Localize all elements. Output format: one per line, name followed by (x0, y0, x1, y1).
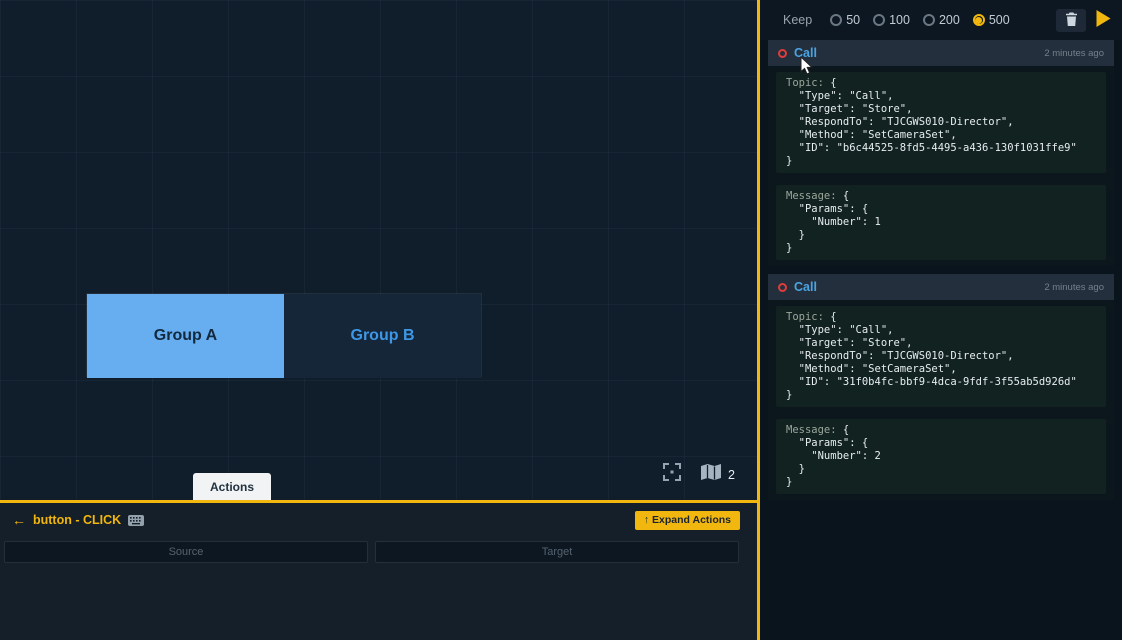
message-timestamp: 2 minutes ago (1044, 282, 1104, 293)
target-input[interactable] (375, 541, 739, 563)
radio-icon (873, 14, 885, 26)
message-log-panel: Keep 50 100 200 500 (760, 0, 1122, 640)
topic-json: { "Type": "Call", "Target": "Store", "Re… (786, 311, 1077, 401)
call-status-icon (778, 49, 787, 58)
group-a-button[interactable]: Group A (87, 294, 284, 378)
action-editor-title: button - CLICK (33, 513, 121, 527)
keep-option-50[interactable]: 50 (830, 13, 860, 27)
message-title: Call (794, 280, 817, 294)
group-b-button[interactable]: Group B (284, 294, 481, 378)
play-button[interactable] (1095, 9, 1112, 31)
message-body: Topic: { "Type": "Call", "Target": "Stor… (768, 66, 1114, 266)
actions-tab[interactable]: Actions (193, 473, 271, 500)
fullscreen-icon (662, 462, 682, 487)
log-toolbar: Keep 50 100 200 500 (760, 0, 1122, 40)
map-pages-button[interactable]: 2 (700, 463, 735, 486)
topic-label: Topic: (786, 311, 824, 323)
log-message-card: Call 2 minutes ago Topic: { "Type": "Cal… (768, 274, 1114, 500)
canvas-controls: 2 (662, 462, 735, 487)
source-input[interactable] (4, 541, 368, 563)
map-page-count: 2 (728, 468, 735, 482)
message-label: Message: (786, 424, 837, 436)
button-grid-canvas[interactable]: Group A Group B Actions (0, 0, 757, 503)
left-column: Group A Group B Actions (0, 0, 760, 640)
topic-json: { "Type": "Call", "Target": "Store", "Re… (786, 77, 1077, 167)
radio-label: 50 (846, 13, 860, 27)
log-message-card: Call 2 minutes ago Topic: { "Type": "Cal… (768, 40, 1114, 266)
trash-icon (1065, 12, 1078, 29)
action-editor-fields (4, 541, 739, 563)
radio-label: 200 (939, 13, 960, 27)
message-body: Topic: { "Type": "Call", "Target": "Stor… (768, 300, 1114, 500)
radio-label: 100 (889, 13, 910, 27)
message-title: Call (794, 46, 817, 60)
radio-icon (830, 14, 842, 26)
keep-label: Keep (783, 13, 812, 27)
back-arrow-button[interactable]: ← (12, 512, 26, 528)
radio-label: 500 (989, 13, 1010, 27)
message-timestamp: 2 minutes ago (1044, 48, 1104, 59)
payload-block: Message: { "Params": { "Number": 1 } } (776, 185, 1106, 260)
expand-actions-button[interactable]: ↑ Expand Actions (635, 511, 740, 530)
keep-option-200[interactable]: 200 (923, 13, 960, 27)
group-button-row: Group A Group B (86, 293, 482, 377)
call-status-icon (778, 283, 787, 292)
play-icon (1095, 9, 1112, 31)
keyboard-icon (128, 515, 144, 526)
message-header[interactable]: Call 2 minutes ago (768, 40, 1114, 66)
app-root: Group A Group B Actions (0, 0, 1122, 640)
message-header[interactable]: Call 2 minutes ago (768, 274, 1114, 300)
topic-block: Topic: { "Type": "Call", "Target": "Stor… (776, 306, 1106, 407)
action-editor-header: ← button - CLICK ↑ Expand Acti (12, 510, 740, 530)
map-icon (700, 463, 722, 486)
message-label: Message: (786, 190, 837, 202)
fit-view-button[interactable] (662, 462, 682, 487)
radio-icon (973, 14, 985, 26)
payload-block: Message: { "Params": { "Number": 2 } } (776, 419, 1106, 494)
keep-option-100[interactable]: 100 (873, 13, 910, 27)
clear-log-button[interactable] (1056, 9, 1086, 32)
topic-label: Topic: (786, 77, 824, 89)
topic-block: Topic: { "Type": "Call", "Target": "Stor… (776, 72, 1106, 173)
action-editor-panel: ← button - CLICK ↑ Expand Acti (0, 503, 757, 640)
radio-icon (923, 14, 935, 26)
keep-option-500[interactable]: 500 (973, 13, 1010, 27)
